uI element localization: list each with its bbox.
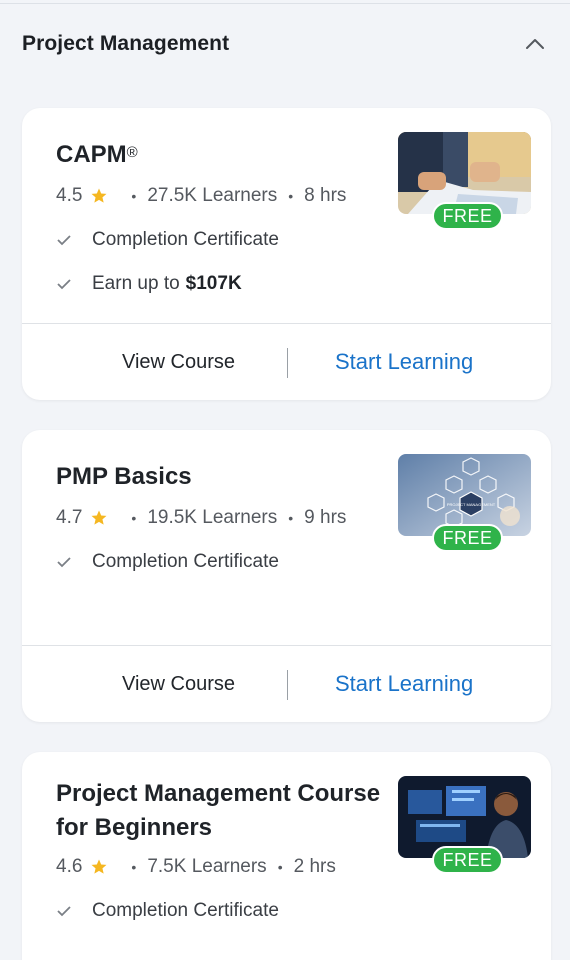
rating-value: 4.7 [56,507,83,528]
course-title[interactable]: Project Management Course for Beginners [56,777,401,845]
course-card-capm[interactable]: CAPM® 4.5 • 27.5K Learners • 8 hrs Compl… [22,108,551,400]
separator-dot: • [131,510,137,526]
star-icon [90,858,108,876]
learners-count: 7.5K Learners [147,856,267,877]
duration: 2 hrs [293,856,336,877]
registered-mark: ® [126,144,138,161]
duration: 9 hrs [304,507,347,528]
course-title[interactable]: PMP Basics [56,460,396,494]
learners-count: 19.5K Learners [147,507,278,528]
check-icon [56,278,74,290]
benefit-item: Completion Certificate [56,226,551,254]
duration: 8 hrs [304,185,347,206]
free-badge: FREE [432,846,503,874]
card-footer: View Course Start Learning [22,323,551,400]
view-course-button[interactable]: View Course [122,673,235,696]
card-footer: View Course Start Learning [22,645,551,722]
free-badge: FREE [432,202,503,230]
course-card-pm-beginners[interactable]: Project Management Course for Beginners … [22,752,551,960]
benefit-item: Earn up to $107K [56,270,551,298]
view-course-button[interactable]: View Course [122,351,235,374]
salary-highlight: $107K [185,273,242,294]
section-header[interactable]: Project Management [0,0,570,88]
check-icon [56,905,74,917]
free-badge: FREE [432,524,503,552]
course-card-pmp-basics[interactable]: PMP Basics 4.7 • 19.5K Learners • 9 hrs … [22,430,551,722]
start-learning-button[interactable]: Start Learning [335,349,473,375]
learners-count: 27.5K Learners [147,185,278,206]
benefit-label: Earn up to [92,273,180,294]
rating-value: 4.6 [56,856,83,877]
benefit-item: Completion Certificate [56,548,551,576]
section-title: Project Management [22,32,230,55]
benefit-item: Completion Certificate [56,897,551,925]
separator-dot: • [131,859,137,875]
star-icon [90,187,108,205]
footer-divider [287,348,288,378]
check-icon [56,556,74,568]
benefit-label: Completion Certificate [92,900,279,921]
benefit-label: Completion Certificate [92,229,279,250]
check-icon [56,234,74,246]
thumbnail-caption: PROJECT MANAGEMENT [447,502,496,507]
separator-dot: • [288,510,294,526]
separator-dot: • [288,188,294,204]
separator-dot: • [131,188,137,204]
start-learning-button[interactable]: Start Learning [335,671,473,697]
footer-divider [287,670,288,700]
rating-value: 4.5 [56,185,83,206]
chevron-up-icon[interactable] [522,31,548,57]
course-title[interactable]: CAPM® [56,138,396,172]
star-icon [90,509,108,527]
separator-dot: • [277,859,283,875]
benefit-label: Completion Certificate [92,551,279,572]
